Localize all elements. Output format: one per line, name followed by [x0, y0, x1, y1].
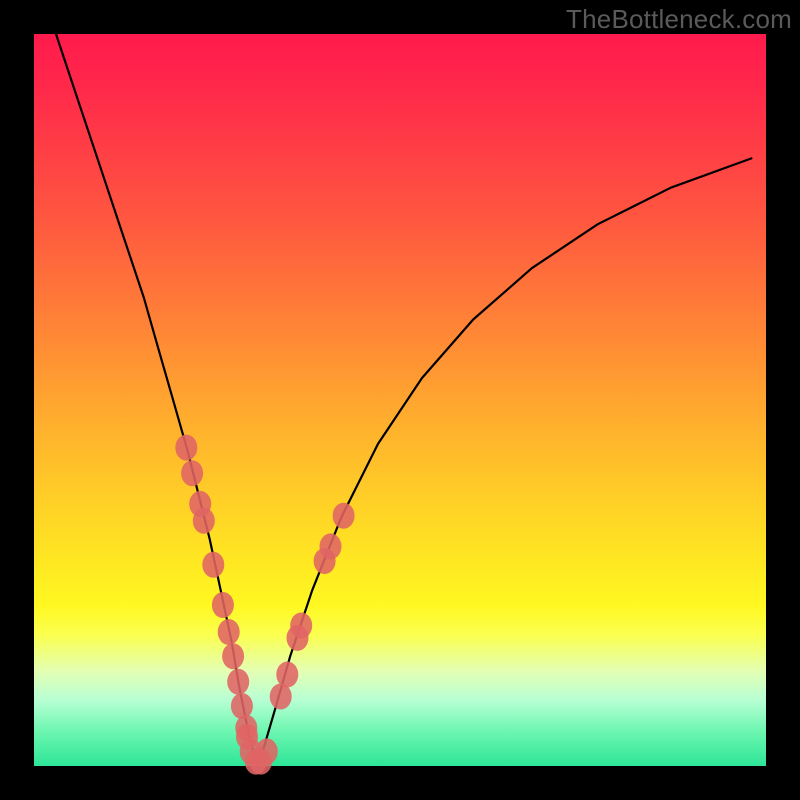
bottleneck-curve [56, 34, 751, 764]
marker-point [256, 738, 278, 764]
marker-point [222, 643, 244, 669]
marker-point [320, 533, 342, 559]
marker-point [193, 508, 215, 534]
marker-point [175, 435, 197, 461]
watermark-text: TheBottleneck.com [566, 4, 792, 35]
marker-point [290, 613, 312, 639]
marker-point [276, 662, 298, 688]
chart-frame: TheBottleneck.com [0, 0, 800, 800]
plot-area [34, 34, 766, 766]
marker-point [212, 592, 234, 618]
marker-point [227, 669, 249, 695]
marker-point [181, 460, 203, 486]
marker-point [218, 619, 240, 645]
marker-group [175, 435, 354, 775]
marker-point [333, 503, 355, 529]
curve-layer [34, 34, 766, 766]
marker-point [202, 552, 224, 578]
marker-point [231, 693, 253, 719]
